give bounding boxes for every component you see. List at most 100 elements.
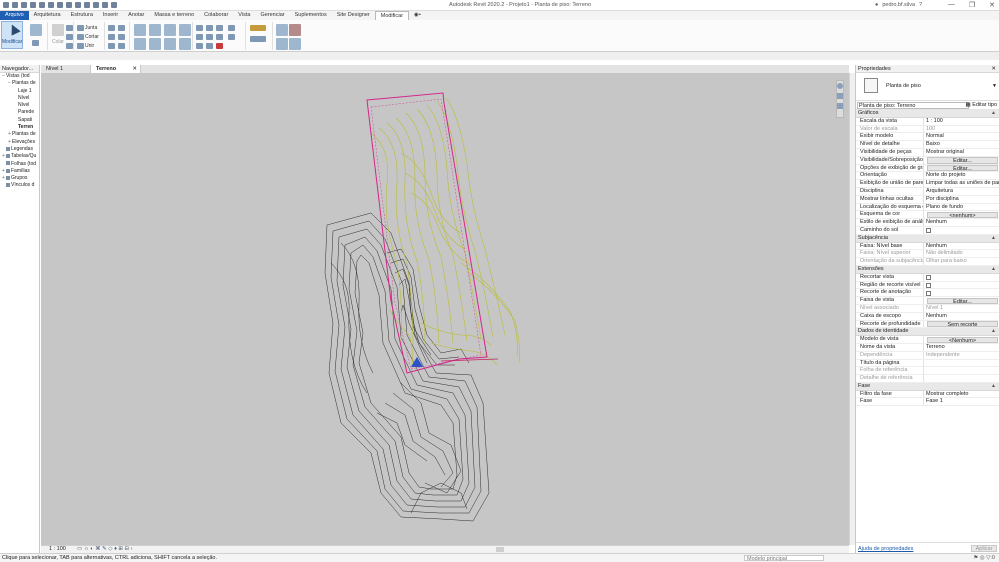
split-icon[interactable] xyxy=(196,25,203,31)
zoom-icon[interactable] xyxy=(837,93,843,99)
paste-icon[interactable] xyxy=(52,24,64,36)
collapse-icon[interactable]: ▲ xyxy=(991,110,996,118)
property-value[interactable]: Normal xyxy=(924,133,999,140)
close-hidden-icon[interactable] xyxy=(102,2,108,8)
create-parts-icon[interactable] xyxy=(289,38,301,50)
drawing-canvas[interactable] xyxy=(41,73,849,545)
browser-item[interactable]: Parede xyxy=(0,109,39,116)
property-section-header[interactable]: Extensões ▲ xyxy=(856,265,999,274)
property-value[interactable]: Plano de fundo xyxy=(924,204,999,211)
property-value[interactable]: Mostrar original xyxy=(924,149,999,156)
ribbon-tab[interactable]: Estrutura xyxy=(66,11,98,20)
unite-icon[interactable] xyxy=(77,43,84,49)
override-graphics-icon[interactable] xyxy=(289,24,301,36)
mirror-axis-icon[interactable] xyxy=(164,24,176,36)
property-value[interactable] xyxy=(924,274,999,281)
cut-geometry-icon[interactable] xyxy=(77,34,84,40)
browser-item[interactable]: + Famílias xyxy=(0,168,39,175)
ribbon-tab[interactable]: Massa e terreno xyxy=(149,11,199,20)
close-icon[interactable]: ✕ xyxy=(991,65,996,73)
browser-item[interactable]: Vínculos d xyxy=(0,182,39,189)
unlock-icon[interactable] xyxy=(228,34,235,40)
ribbon-tab[interactable]: Inserir xyxy=(98,11,123,20)
model-selector[interactable]: Modelo principal xyxy=(744,555,824,562)
property-button[interactable]: Editar... xyxy=(927,297,998,304)
property-button[interactable]: Editar... xyxy=(927,165,998,172)
modify-button[interactable]: Modificar xyxy=(1,21,23,49)
property-value[interactable] xyxy=(924,289,999,296)
measure-icon[interactable] xyxy=(57,2,63,8)
property-section-header[interactable]: Fase ▲ xyxy=(856,382,999,391)
edit-type-button[interactable]: ▦ Editar tipo xyxy=(966,101,998,110)
property-checkbox[interactable] xyxy=(926,228,931,234)
lock-icon[interactable] xyxy=(228,25,235,31)
user-account[interactable]: ● pedro.bf.silva ? xyxy=(875,2,922,8)
property-value[interactable] xyxy=(924,227,999,234)
view-control-icons[interactable]: ▭ ☼ ◐ ⌘ ✎ ◇ ♦ ⊞ ⊟ ‹ xyxy=(77,546,133,552)
browser-item[interactable]: Folhas (tod xyxy=(0,161,39,168)
minimize-button[interactable]: — xyxy=(948,1,955,9)
property-checkbox[interactable] xyxy=(926,290,931,296)
scale-icon[interactable] xyxy=(196,34,203,40)
property-value[interactable]: Por disciplina xyxy=(924,196,999,203)
browser-item[interactable]: Nível xyxy=(0,102,39,109)
ribbon-tab[interactable]: Modificar xyxy=(374,11,410,20)
browser-item[interactable]: +Elevações xyxy=(0,139,39,146)
close-button[interactable]: ✕ xyxy=(989,1,995,9)
steering-wheel-icon[interactable] xyxy=(837,83,843,89)
property-button[interactable]: Sem recorte xyxy=(927,321,998,328)
browser-item[interactable]: −Vistas (tod xyxy=(0,73,39,80)
property-value[interactable] xyxy=(924,282,999,289)
maximize-button[interactable]: ❐ xyxy=(969,1,975,9)
browser-item[interactable]: Legendas xyxy=(0,146,39,153)
property-value[interactable]: Baixo xyxy=(924,141,999,148)
site-plan-drawing[interactable] xyxy=(41,73,849,545)
split-gap-icon[interactable] xyxy=(206,25,213,31)
property-button[interactable]: <nenhum> xyxy=(927,211,998,219)
property-value[interactable]: Terreno xyxy=(924,344,999,351)
cut-label[interactable]: Cortar xyxy=(85,34,99,40)
view-scale[interactable]: 1 : 100 xyxy=(49,546,66,552)
apply-button[interactable]: Aplicar xyxy=(971,545,997,552)
property-button[interactable]: <Nenhum> xyxy=(927,336,998,343)
property-value[interactable]: Sem recorte xyxy=(924,321,999,328)
property-value[interactable]: Norte do projeto xyxy=(924,172,999,179)
property-section-header[interactable]: Dados de identidade ▲ xyxy=(856,328,999,337)
pin-icon[interactable] xyxy=(206,34,213,40)
collapse-icon[interactable]: ▲ xyxy=(991,383,996,391)
collapse-icon[interactable]: ▲ xyxy=(991,328,996,336)
property-value[interactable]: <Nenhum> xyxy=(924,336,999,343)
section-icon[interactable] xyxy=(93,2,99,8)
property-value[interactable]: Nenhum xyxy=(924,219,999,226)
text-icon[interactable] xyxy=(75,2,81,8)
ribbon-tab[interactable]: Vista xyxy=(233,11,255,20)
unpin-icon[interactable] xyxy=(216,34,223,40)
ribbon-tab[interactable]: Arquivo xyxy=(0,11,29,20)
property-value[interactable]: Nenhum xyxy=(924,313,999,320)
measure-tool-icon[interactable] xyxy=(250,25,266,31)
array-icon[interactable] xyxy=(216,25,223,31)
properties-icon[interactable] xyxy=(32,40,39,46)
align-icon[interactable] xyxy=(134,24,146,36)
undo-icon[interactable] xyxy=(30,2,36,8)
extend-icon[interactable] xyxy=(206,43,213,49)
copy-icon[interactable] xyxy=(66,34,73,40)
browser-item[interactable]: Nível xyxy=(0,95,39,102)
3d-view-icon[interactable] xyxy=(84,2,90,8)
property-value[interactable]: Arquitetura xyxy=(924,188,999,195)
browser-item[interactable]: −Plantas de xyxy=(0,80,39,87)
open-icon[interactable] xyxy=(3,2,9,8)
offset-icon[interactable] xyxy=(149,24,161,36)
property-section-header[interactable]: Subjacência ▲ xyxy=(856,234,999,243)
match-icon[interactable] xyxy=(66,43,73,49)
trim-extend-icon[interactable] xyxy=(196,43,203,49)
paint-icon[interactable] xyxy=(108,34,115,40)
property-value[interactable]: Editar... xyxy=(924,165,999,172)
ribbon-tab[interactable]: Site Designer xyxy=(332,11,375,20)
browser-item[interactable]: +Plantas de xyxy=(0,131,39,138)
status-icons[interactable]: ⚑ ◎ ▽:0 xyxy=(973,555,995,561)
collapse-icon[interactable]: ▲ xyxy=(991,266,996,274)
quick-access-toolbar[interactable] xyxy=(3,2,117,8)
property-value[interactable]: Fase 1 xyxy=(924,398,999,405)
move-icon[interactable] xyxy=(134,38,146,50)
